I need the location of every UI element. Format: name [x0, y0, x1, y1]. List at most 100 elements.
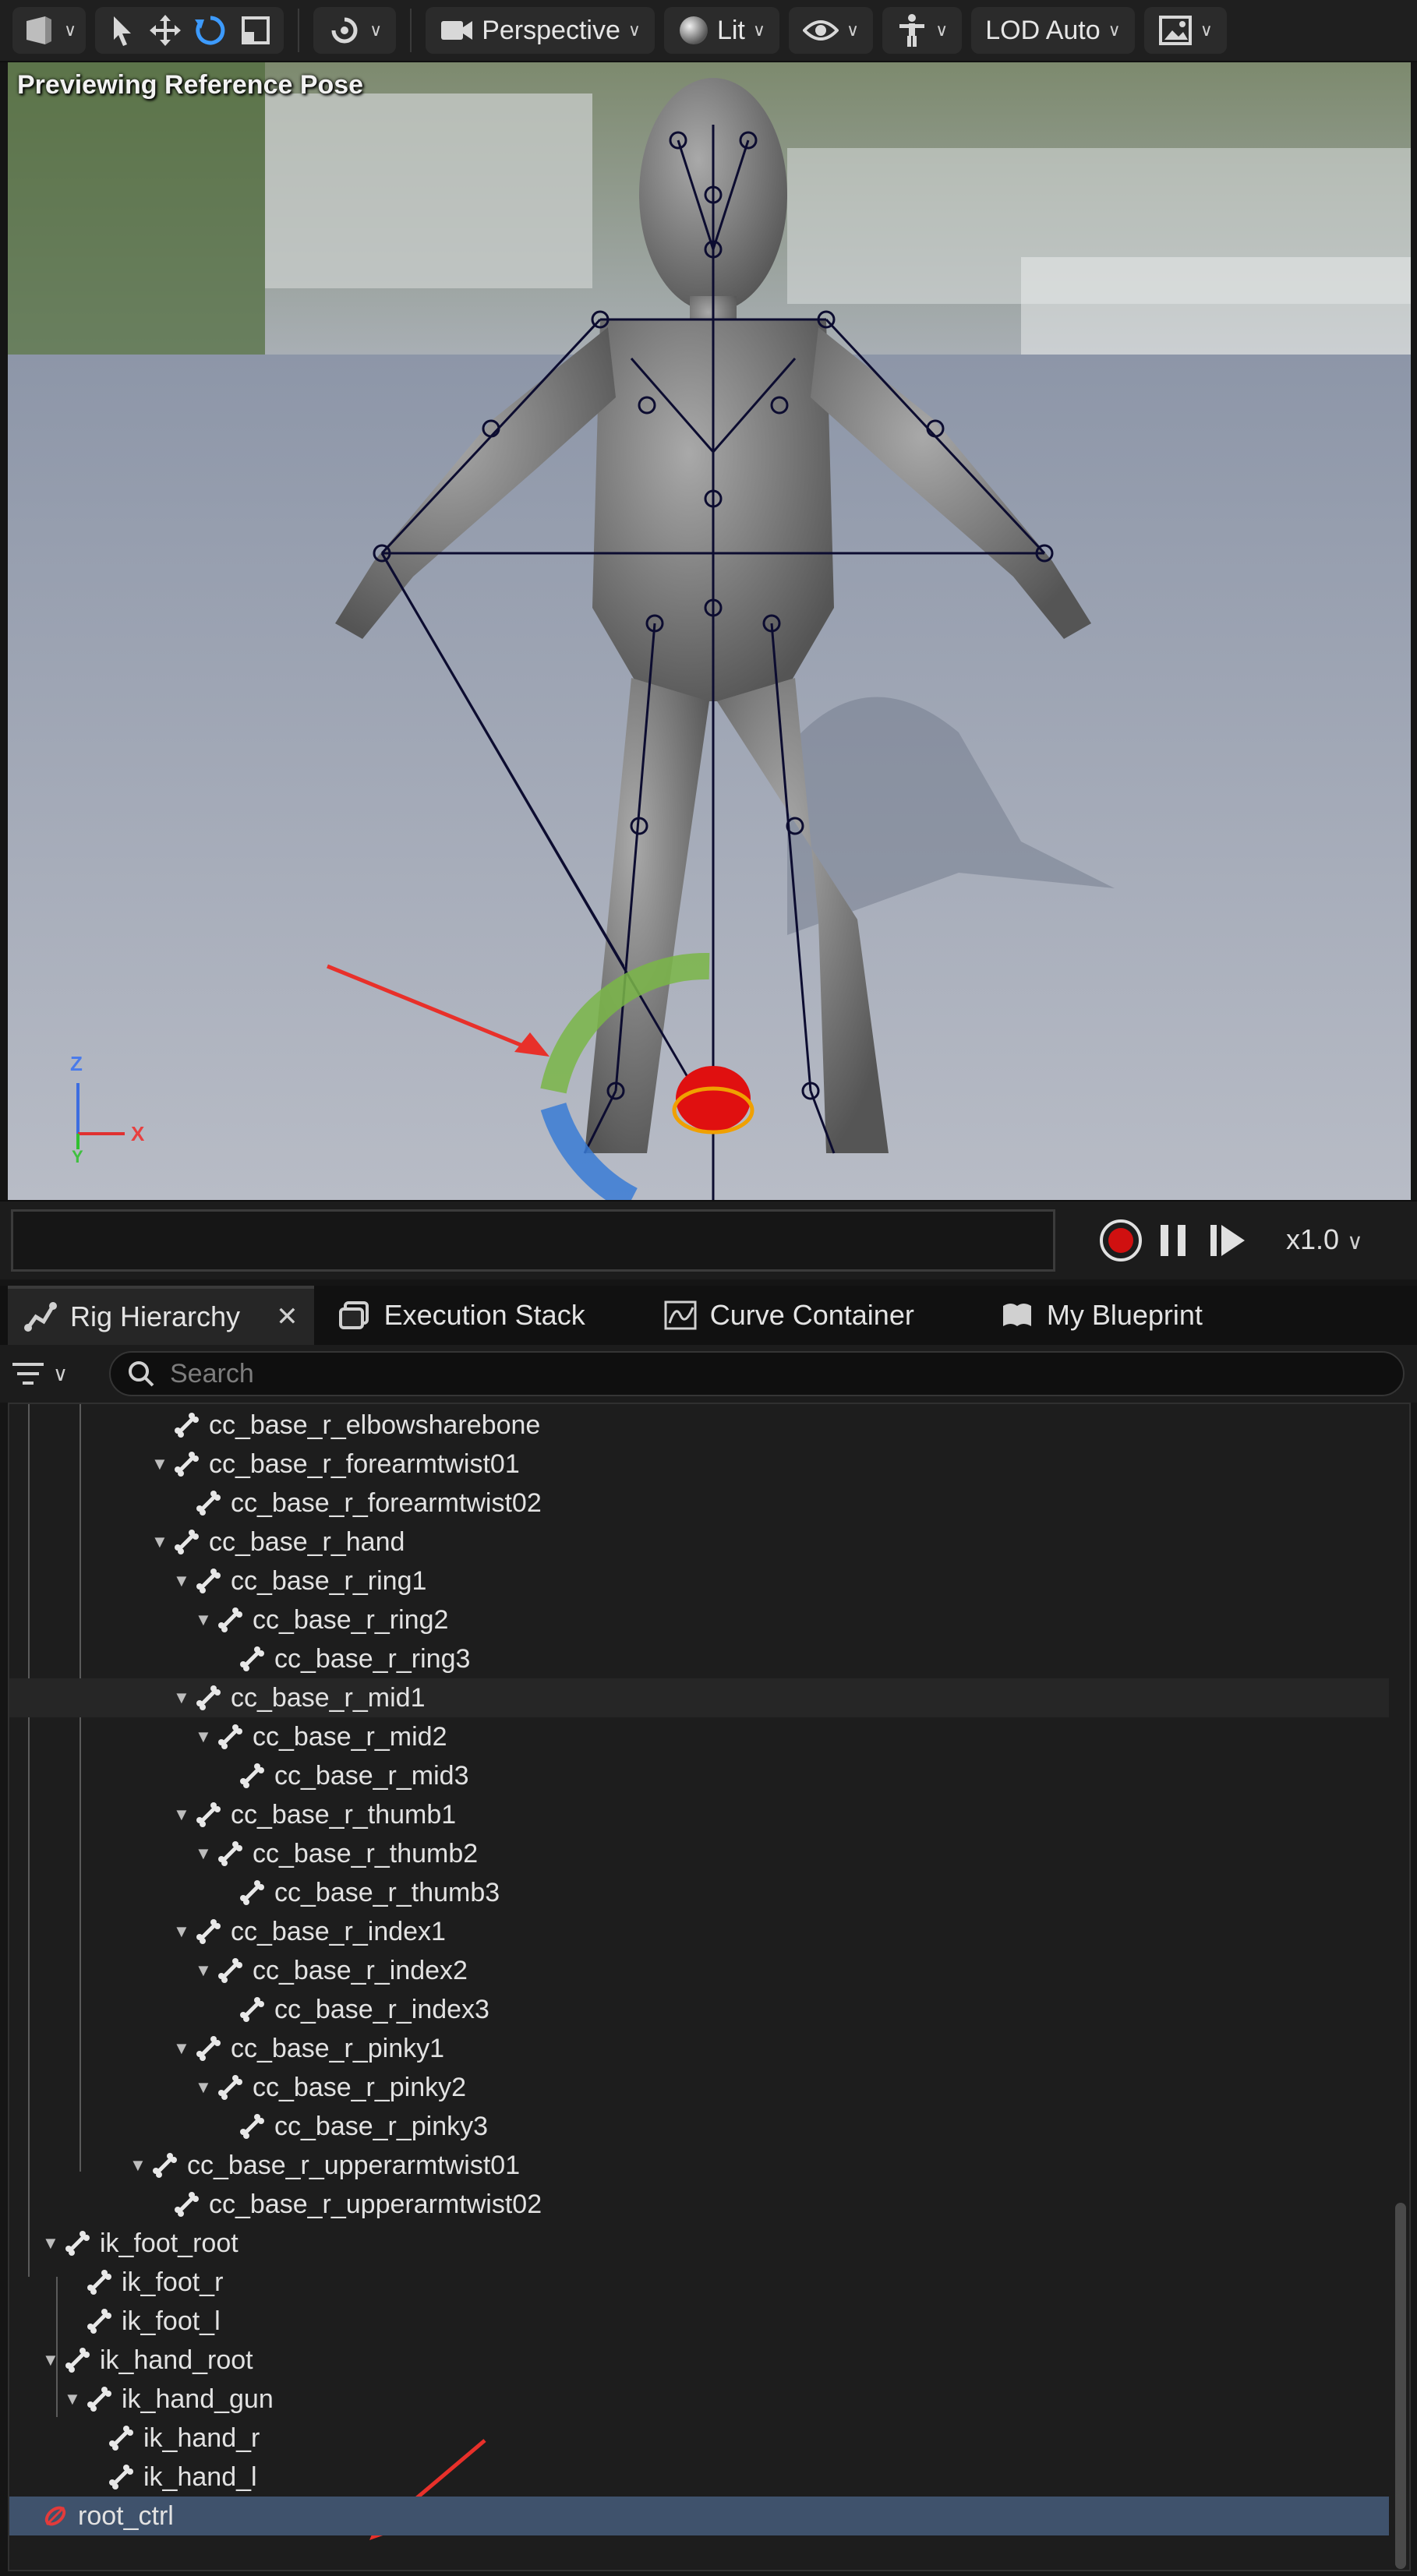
expand-arrow-icon[interactable]: ▼ [42, 2233, 64, 2253]
tree-row-root-ctrl[interactable]: root_ctrl [9, 2497, 1389, 2535]
axis-x-label: X [131, 1122, 145, 1145]
tree-row[interactable]: ▼ cc_base_r_thumb1 [9, 1795, 1389, 1834]
character-dropdown[interactable]: ∨ [882, 7, 963, 54]
expand-arrow-icon[interactable]: ▼ [42, 2350, 64, 2370]
tree-row[interactable]: ▼ cc_base_r_thumb2 [9, 1834, 1389, 1873]
bone-icon [65, 2348, 90, 2373]
tree-row-label: cc_base_r_ring3 [274, 1643, 471, 1674]
tree-row[interactable]: ▼ cc_base_r_forearmtwist01 [9, 1445, 1389, 1484]
tree-row[interactable]: ▼ cc_base_r_index1 [9, 1912, 1389, 1951]
book-icon [1002, 1304, 1031, 1326]
stack-icon [338, 1301, 369, 1329]
tree-row[interactable]: ▼ cc_base_r_pinky1 [9, 2029, 1389, 2068]
expand-arrow-icon[interactable]: ▼ [173, 1571, 195, 1591]
bone-icon [175, 1452, 199, 1477]
tree-row[interactable]: ▼ cc_base_r_mid1 [9, 1678, 1389, 1717]
tree-row[interactable]: cc_base_r_index3 [9, 1990, 1389, 2029]
expand-arrow-icon[interactable]: ▼ [173, 1921, 195, 1942]
perspective-dropdown[interactable]: Perspective ∨ [426, 7, 655, 54]
tree-row[interactable]: ▼ cc_base_r_ring1 [9, 1561, 1389, 1600]
axis-y-label: Y [72, 1147, 83, 1166]
scale-tool-icon[interactable] [239, 13, 273, 48]
bone-icon [218, 1607, 242, 1632]
tree-row[interactable]: ik_foot_l [9, 2302, 1389, 2341]
expand-arrow-icon[interactable]: ▼ [151, 1532, 173, 1552]
tree-row-label: cc_base_r_index1 [231, 1916, 446, 1946]
show-dropdown[interactable]: ∨ [789, 7, 874, 54]
tab-rig-hierarchy[interactable]: Rig Hierarchy ✕ [8, 1286, 314, 1345]
tree-row[interactable]: ▼ cc_base_r_hand [9, 1523, 1389, 1561]
chevron-down-icon: ∨ [1108, 20, 1121, 40]
tab-curve-container[interactable]: Curve Container [648, 1286, 930, 1345]
tree-row[interactable]: ▼ ik_hand_gun [9, 2380, 1389, 2419]
tree-row[interactable]: ▼ cc_base_r_upperarmtwist01 [9, 2146, 1389, 2185]
expand-arrow-icon[interactable]: ▼ [195, 1727, 217, 1747]
close-icon[interactable]: ✕ [276, 1301, 299, 1332]
lod-label: LOD Auto [985, 15, 1101, 45]
expand-arrow-icon[interactable]: ▼ [64, 2389, 86, 2409]
screenshot-dropdown[interactable]: ∨ [1143, 7, 1227, 54]
lit-sphere-icon [679, 16, 708, 44]
tree-row[interactable]: ▼ cc_base_r_mid2 [9, 1717, 1389, 1756]
translate-tool-icon[interactable] [148, 13, 182, 48]
tree-row[interactable]: cc_base_r_mid3 [9, 1756, 1389, 1795]
bone-icon [240, 1997, 264, 2022]
rig-hierarchy-tree: cc_base_r_elbowsharebone ▼ cc_base_r_forea… [8, 1403, 1411, 2571]
tree-row[interactable]: ▼ cc_base_r_pinky2 [9, 2068, 1389, 2107]
expand-arrow-icon[interactable]: ▼ [195, 1844, 217, 1864]
tab-my-blueprint[interactable]: My Blueprint [984, 1286, 1218, 1345]
expand-arrow-icon[interactable]: ▼ [129, 2155, 151, 2175]
tree-row[interactable]: ▼ ik_foot_root [9, 2224, 1389, 2263]
tree-row[interactable]: ik_hand_l [9, 2458, 1389, 2497]
tree-row[interactable]: cc_base_r_elbowsharebone [9, 1406, 1389, 1445]
viewport-toolbar: ∨ ∨ Perspective ∨ Lit ∨ ∨ ∨ LOD Auto ∨ ∨ [0, 0, 1417, 62]
select-tool-icon[interactable] [106, 13, 137, 48]
viewport-options-button[interactable]: ∨ [12, 7, 87, 54]
tree-row[interactable]: cc_base_r_ring3 [9, 1639, 1389, 1678]
bone-icon [196, 2036, 221, 2061]
step-forward-button[interactable] [1204, 1217, 1251, 1264]
rotate-tool-icon[interactable] [193, 13, 228, 48]
tree-row-label: cc_base_r_thumb1 [231, 1799, 457, 1830]
expand-arrow-icon[interactable]: ▼ [195, 1960, 217, 1981]
record-button[interactable] [1097, 1217, 1144, 1264]
hierarchy-icon [24, 1302, 57, 1332]
expand-arrow-icon[interactable]: ▼ [195, 1610, 217, 1630]
bone-icon [175, 1530, 199, 1554]
lit-dropdown[interactable]: Lit ∨ [663, 7, 779, 54]
search-input[interactable] [168, 1357, 1341, 1390]
lod-dropdown[interactable]: LOD Auto ∨ [971, 7, 1135, 54]
chevron-down-icon: ∨ [369, 20, 383, 40]
tree-row-label: cc_base_r_index3 [274, 1994, 489, 2024]
tree-row[interactable]: ▼ cc_base_r_ring2 [9, 1600, 1389, 1639]
tree-row[interactable]: cc_base_r_thumb3 [9, 1873, 1389, 1912]
bone-icon [175, 2192, 199, 2217]
tree-row[interactable]: ik_hand_r [9, 2419, 1389, 2458]
tree-row[interactable]: cc_base_r_upperarmtwist02 [9, 2185, 1389, 2224]
record-icon [1100, 1219, 1142, 1262]
tree-row[interactable]: ik_foot_r [9, 2263, 1389, 2302]
pause-icon [1161, 1225, 1186, 1256]
pause-button[interactable] [1154, 1217, 1193, 1264]
expand-arrow-icon[interactable]: ▼ [173, 2038, 195, 2059]
filter-button[interactable]: ∨ [11, 1360, 68, 1388]
filter-icon [12, 1363, 44, 1385]
timeline-field[interactable] [11, 1209, 1055, 1272]
expand-arrow-icon[interactable]: ▼ [151, 1454, 173, 1474]
expand-arrow-icon[interactable]: ▼ [195, 2077, 217, 2098]
playback-speed-dropdown[interactable]: x1.0 ∨ [1286, 1223, 1363, 1256]
perspective-label: Perspective [482, 15, 620, 45]
tree-row-label: ik_foot_r [122, 2267, 224, 2297]
tree-row[interactable]: cc_base_r_forearmtwist02 [9, 1484, 1389, 1523]
expand-arrow-icon[interactable]: ▼ [173, 1688, 195, 1708]
tree-row[interactable]: cc_base_r_pinky3 [9, 2107, 1389, 2146]
image-settings-icon [1158, 16, 1192, 45]
3d-viewport[interactable]: Previewing Reference Pose Z X Y [8, 62, 1411, 1200]
expand-arrow-icon[interactable]: ▼ [173, 1805, 195, 1825]
tree-row[interactable]: ▼ ik_hand_root [9, 2341, 1389, 2380]
snapping-button[interactable]: ∨ [313, 7, 397, 54]
tab-label: My Blueprint [1046, 1299, 1203, 1331]
tab-execution-stack[interactable]: Execution Stack [322, 1286, 601, 1345]
tree-row[interactable]: ▼ cc_base_r_index2 [9, 1951, 1389, 1990]
tree-scrollbar[interactable] [1395, 2203, 1406, 2569]
